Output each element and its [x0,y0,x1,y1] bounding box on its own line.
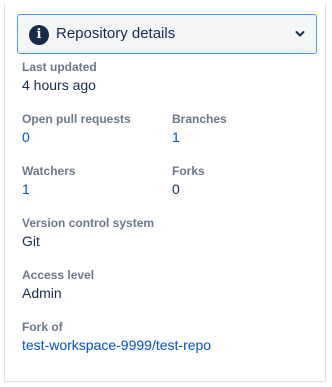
repository-details-toggle[interactable]: i Repository details [17,14,317,54]
repository-details-panel: i Repository details Last updated 4 hour… [4,4,326,382]
info-icon: i [29,25,49,45]
forks-value: 0 [172,181,180,197]
open-pull-requests-label: Open pull requests [22,112,131,126]
watchers-label: Watchers [22,164,76,178]
version-control-value: Git [22,233,40,249]
open-pull-requests-link[interactable]: 0 [22,129,30,145]
branches-link[interactable]: 1 [172,129,180,145]
chevron-down-icon[interactable] [294,28,306,40]
last-updated-value: 4 hours ago [22,77,96,93]
version-control-label: Version control system [22,216,155,230]
fork-of-link[interactable]: test-workspace-9999/test-repo [22,337,211,353]
watchers-link[interactable]: 1 [22,181,30,197]
last-updated-label: Last updated [22,60,97,74]
access-level-label: Access level [22,268,95,282]
forks-label: Forks [172,164,205,178]
panel-title: Repository details [56,25,176,42]
access-level-value: Admin [22,285,62,301]
fork-of-label: Fork of [22,320,63,334]
branches-label: Branches [172,112,227,126]
